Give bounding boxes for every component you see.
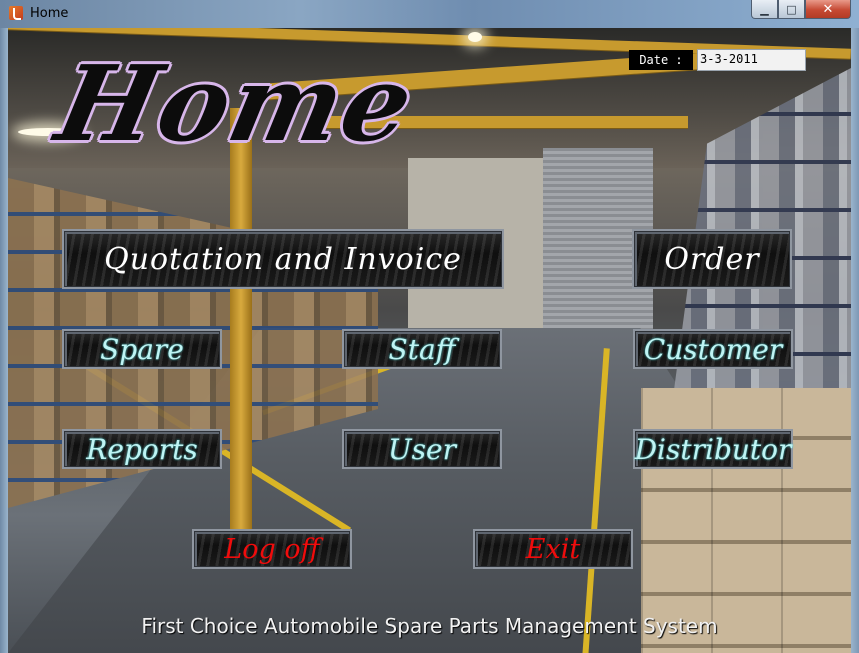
window-controls: ▁ □ ✕	[751, 0, 851, 19]
system-caption: First Choice Automobile Spare Parts Mana…	[141, 614, 718, 638]
home-panel: Home Date : 3-3-2011 Quotation and Invoi…	[8, 28, 851, 653]
maximize-button[interactable]: □	[778, 0, 805, 19]
window-titlebar[interactable]: Home ▁ □ ✕	[0, 0, 859, 28]
date-label: Date :	[629, 50, 693, 70]
ceiling-light	[468, 32, 482, 42]
customer-button[interactable]: Customer	[633, 329, 793, 369]
staff-button[interactable]: Staff	[342, 329, 502, 369]
window-frame-left	[0, 28, 8, 653]
quotation-invoice-button[interactable]: Quotation and Invoice	[62, 229, 504, 289]
close-button[interactable]: ✕	[805, 0, 851, 19]
date-field[interactable]: 3-3-2011	[697, 49, 806, 71]
minimize-button[interactable]: ▁	[751, 0, 778, 19]
user-button[interactable]: User	[342, 429, 502, 469]
logoff-button[interactable]: Log off	[192, 529, 352, 569]
order-button[interactable]: Order	[632, 229, 792, 289]
window-title: Home	[30, 6, 69, 21]
java-app-icon	[9, 6, 23, 20]
distributor-button[interactable]: Distributor	[633, 429, 793, 469]
page-title: Home	[47, 42, 426, 165]
spare-button[interactable]: Spare	[62, 329, 222, 369]
reports-button[interactable]: Reports	[62, 429, 222, 469]
exit-button[interactable]: Exit	[473, 529, 633, 569]
window-frame-right	[851, 28, 859, 653]
background-pillar	[230, 108, 252, 568]
